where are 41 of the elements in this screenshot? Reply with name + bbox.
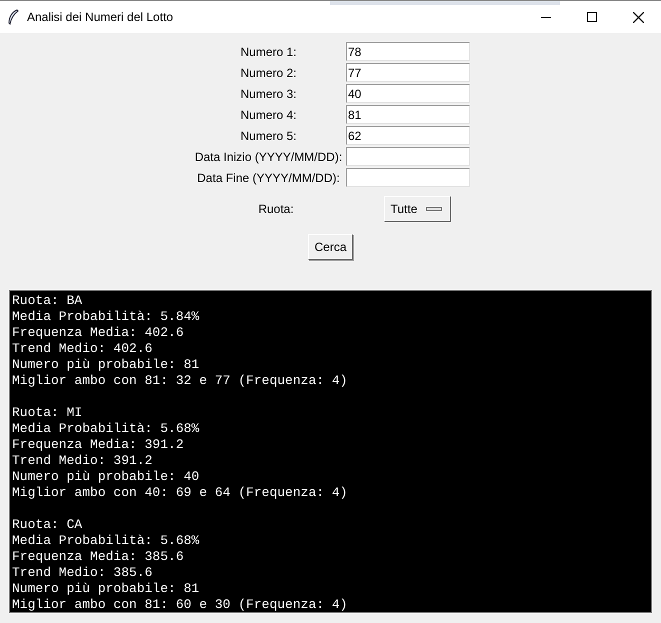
output-line: Ruota: CA [12,517,82,532]
field-label: Numero 4: [239,106,298,124]
option-indicator-icon [426,207,442,211]
window-title: Analisi dei Numeri del Lotto [27,9,174,26]
input-field[interactable]: 77 [346,63,470,82]
minimize-icon [541,16,551,18]
input-field[interactable]: 40 [346,84,470,103]
output-line: Frequenza Media: 402.6 [12,325,184,340]
maximize-icon [587,12,597,22]
output-line: Trend Medio: 391.2 [12,453,152,468]
output-line: Numero più probabile: 81 [12,357,200,372]
output-line: Miglior ambo con 40: 69 e 64 (Frequenza: 4) [12,485,348,500]
output-line: Frequenza Media: 391.2 [12,437,184,452]
output-line: Ruota: BA [12,293,82,308]
input-field[interactable]: 62 [346,126,470,145]
field-label: Numero 3: [239,86,298,102]
input-field[interactable] [346,147,470,166]
output-line: Ruota: MI [12,405,82,420]
output-line: Media Probabilità: 5.68% [12,533,200,548]
input-field[interactable]: 81 [346,105,470,124]
output-line: Miglior ambo con 81: 60 e 30 (Frequenza: 4) [12,597,348,612]
field-label: Numero 1: [239,44,298,60]
output-line: Media Probabilità: 5.68% [12,421,200,436]
output-line: Media Probabilità: 5.84% [12,309,200,324]
output-line: Miglior ambo con 81: 32 e 77 (Frequenza: 4) [12,373,348,388]
input-field[interactable]: 78 [346,42,470,61]
output-line: Numero più probabile: 40 [12,469,200,484]
output-line: Trend Medio: 385.6 [12,565,152,580]
ruota-label: Ruota: [257,201,295,218]
field-label: Numero 2: [239,64,298,82]
feather-icon [7,9,19,25]
output-line: Trend Medio: 402.6 [12,341,152,356]
input-field[interactable] [346,168,470,187]
field-label: Data Inizio (YYYY/MM/DD): [194,148,344,166]
output-line: Numero più probabile: 81 [12,581,200,596]
ruota-dropdown[interactable]: Tutte [384,196,450,222]
close-icon [632,12,644,22]
field-label: Numero 5: [239,128,298,144]
output-line: Frequenza Media: 385.6 [12,549,184,564]
search-button[interactable]: Cerca [308,234,352,260]
field-label: Data Fine (YYYY/MM/DD): [196,170,341,186]
